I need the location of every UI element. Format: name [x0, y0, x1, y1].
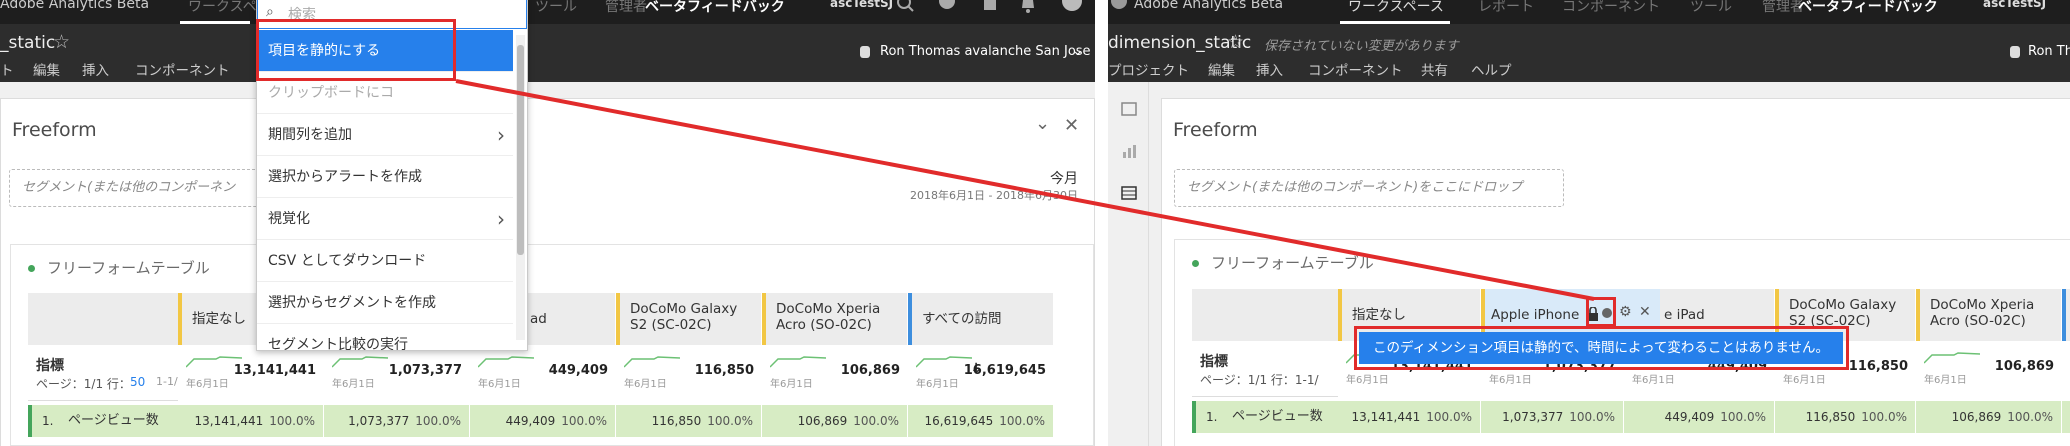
- annotation-arrow: [455, 79, 1595, 301]
